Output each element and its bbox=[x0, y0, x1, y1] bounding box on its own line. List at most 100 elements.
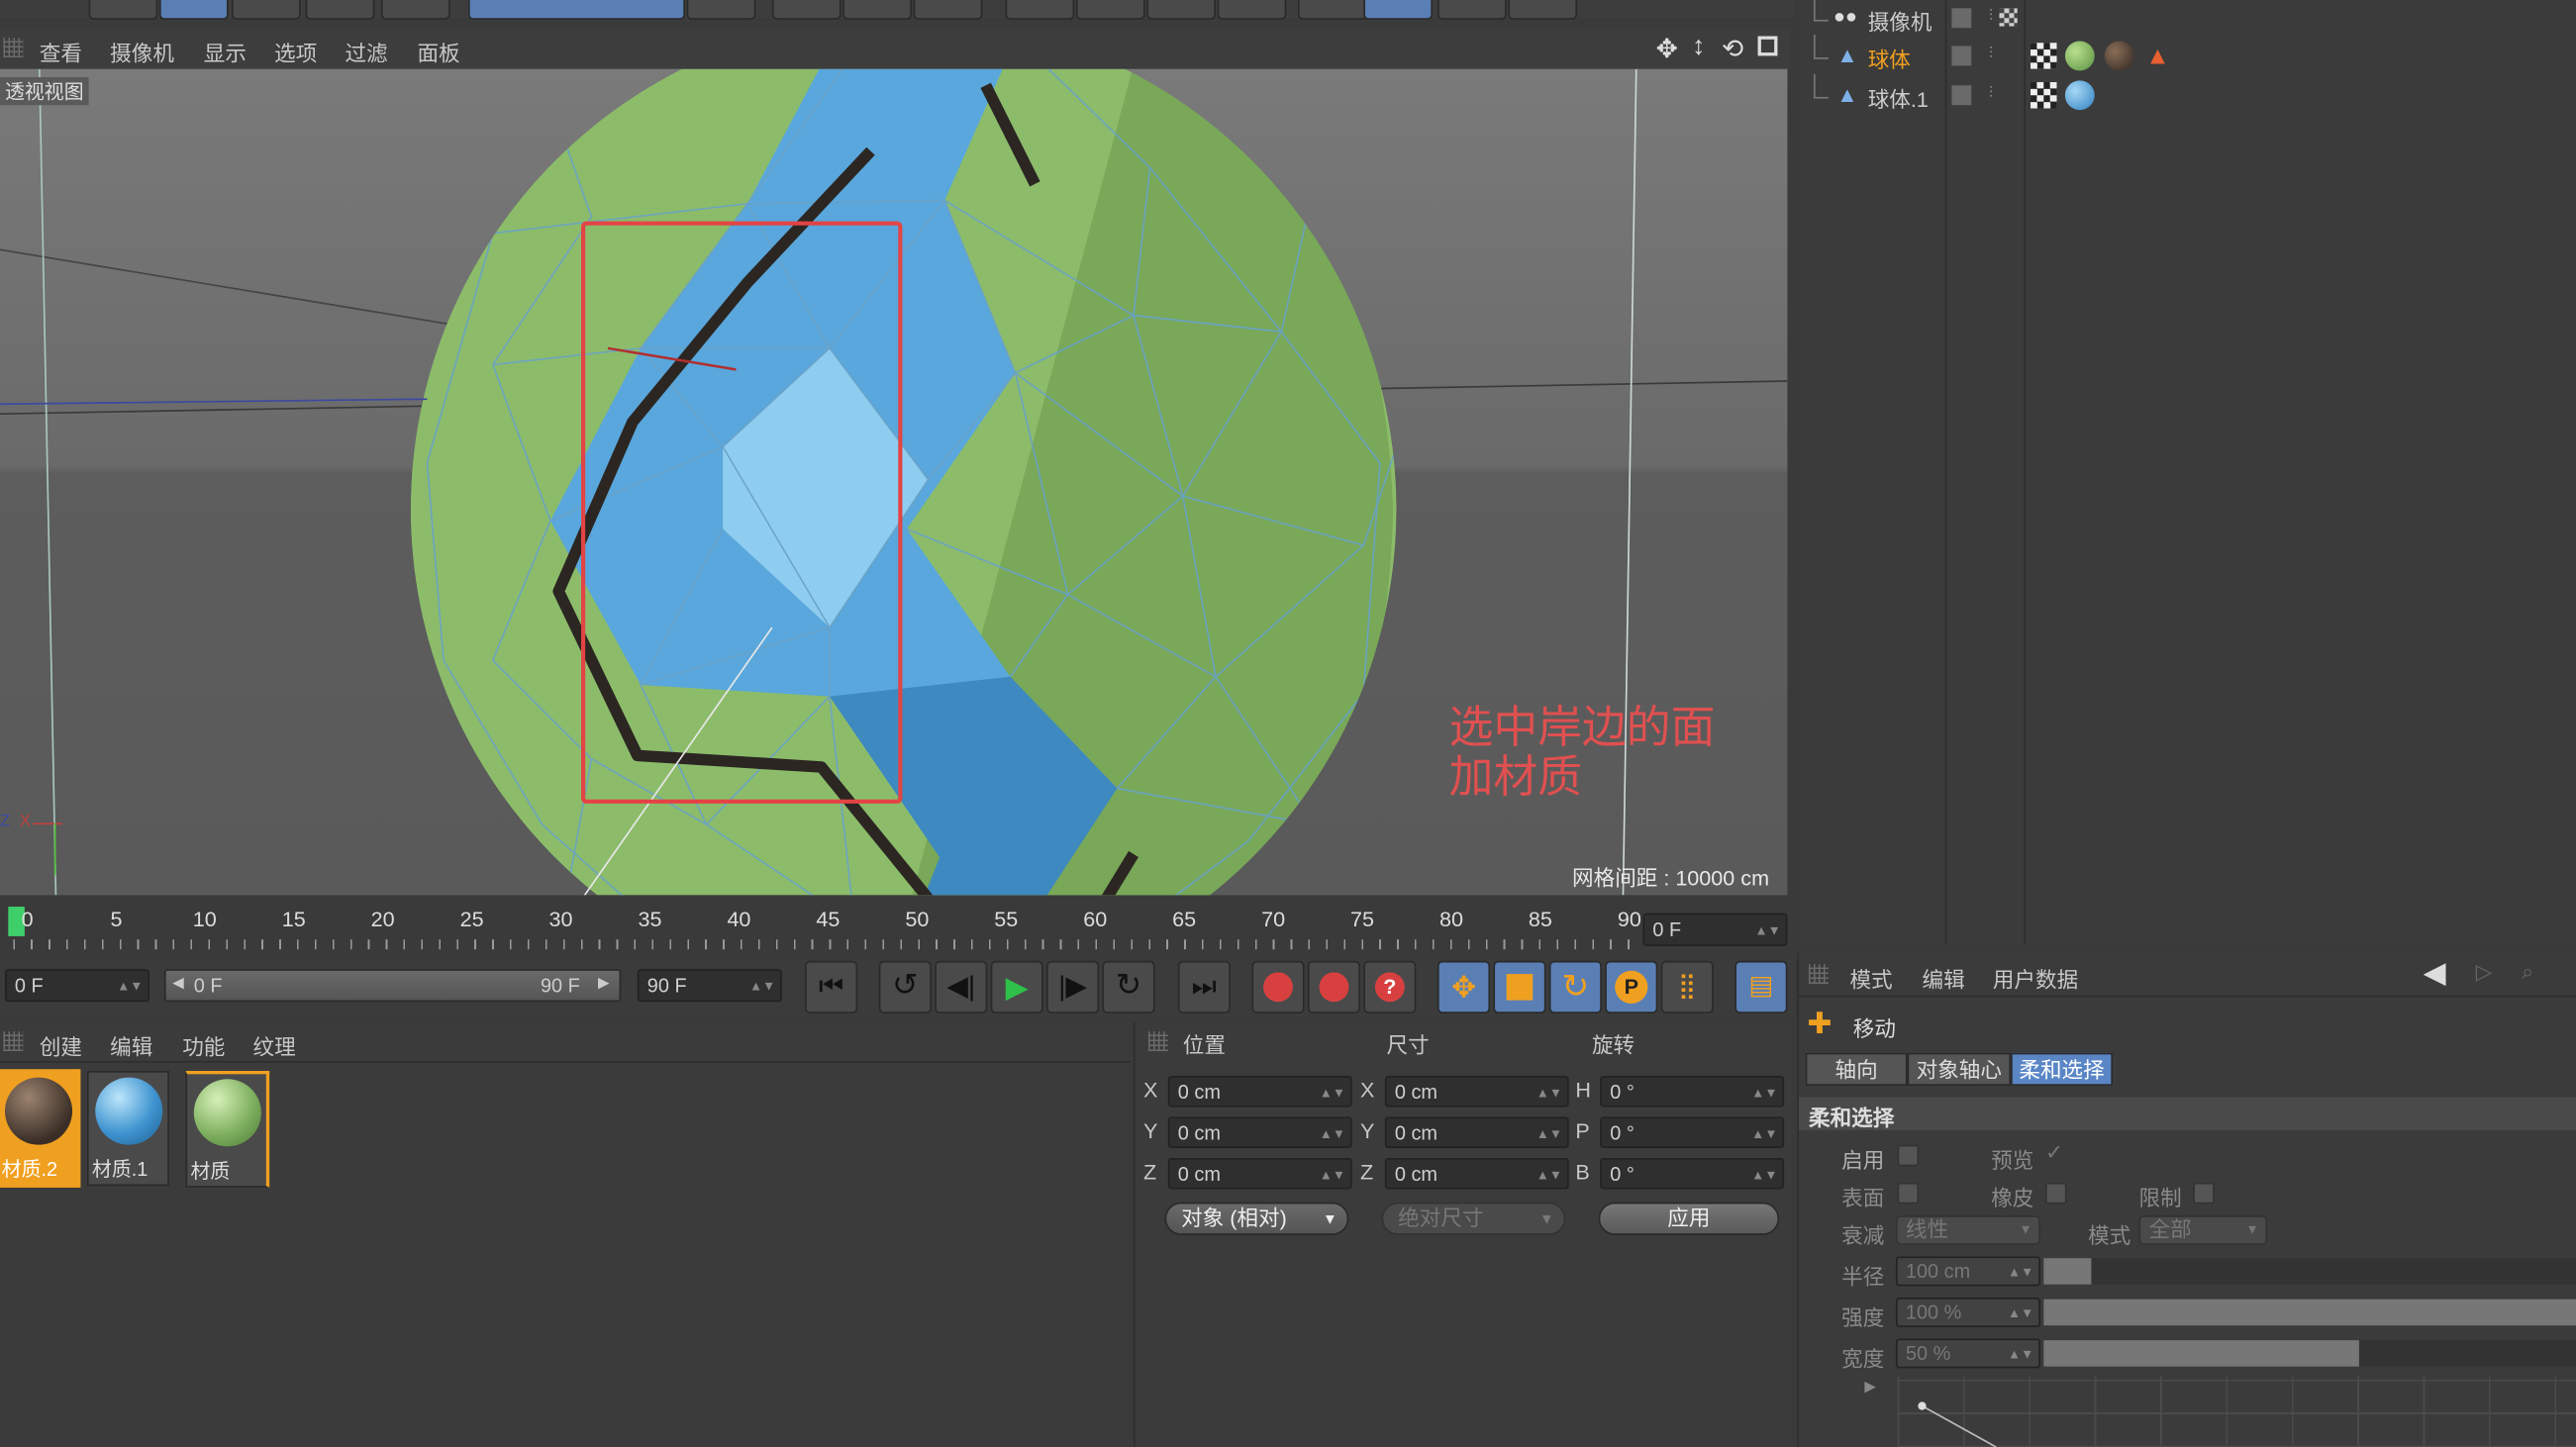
radius-field[interactable]: 100 cm ▲▼ bbox=[1895, 1256, 2040, 1287]
next-key-button[interactable]: ↻ bbox=[1102, 960, 1155, 1013]
expand-arrow-icon[interactable]: ▶ bbox=[1864, 1378, 1875, 1396]
material-menu-create[interactable]: 创建 bbox=[40, 1030, 82, 1062]
zoom-view-icon[interactable]: ↕ bbox=[1692, 33, 1705, 62]
back-arrow-icon[interactable]: ◀ bbox=[2424, 956, 2446, 991]
coordinate-mode-select[interactable]: 对象 (相对) ▼ bbox=[1164, 1202, 1349, 1235]
phong-tag-icon[interactable] bbox=[2031, 43, 2057, 69]
object-row-sphere[interactable]: ▲ 球体 ⋮ ▲ bbox=[1813, 34, 2569, 73]
timeline-ruler[interactable]: 0 5 10 15 20 25 30 35 40 45 50 55 60 65 70 75 80 85 90 0 F… bbox=[0, 900, 1795, 953]
material-tag-green-icon[interactable] bbox=[2064, 41, 2095, 71]
render-button[interactable] bbox=[842, 0, 912, 20]
toolbar-button[interactable] bbox=[1508, 0, 1578, 20]
goto-end-button[interactable]: ⏭ bbox=[1177, 960, 1231, 1013]
toolbar-button[interactable] bbox=[1146, 0, 1216, 20]
size-y-field[interactable]: 0 cm ▲▼ bbox=[1384, 1116, 1569, 1148]
size-x-field[interactable]: 0 cm ▲▼ bbox=[1384, 1075, 1569, 1108]
surface-checkbox[interactable] bbox=[1897, 1182, 1920, 1205]
attribute-menu-edit[interactable]: 编辑 bbox=[1922, 962, 1964, 994]
move-view-icon[interactable]: ✥ bbox=[1656, 33, 1678, 65]
falloff-curve-graph[interactable] bbox=[1897, 1376, 2576, 1447]
range-right-arrow-icon[interactable]: ▶ bbox=[598, 974, 609, 992]
toolbar-button[interactable] bbox=[305, 0, 375, 20]
rot-h-field[interactable]: 0 ° ▲▼ bbox=[1600, 1075, 1785, 1108]
render-button[interactable] bbox=[913, 0, 983, 20]
perspective-viewport[interactable]: 透视视图 选中岸边的面 加材质 网格间距 : 10000 cm Z X bbox=[0, 68, 1788, 896]
toolbar-button[interactable] bbox=[686, 0, 756, 20]
pos-y-field[interactable]: 0 cm ▲▼ bbox=[1167, 1116, 1352, 1148]
phong-tag-icon[interactable] bbox=[2031, 81, 2057, 109]
toolbar-button[interactable] bbox=[158, 0, 229, 20]
toolbar-button[interactable] bbox=[1005, 0, 1075, 20]
material-menu-function[interactable]: 功能 bbox=[182, 1030, 225, 1062]
key-parameter-button[interactable]: P bbox=[1605, 960, 1658, 1013]
viewport-menu-view[interactable]: 查看 bbox=[40, 37, 82, 68]
size-z-field[interactable]: 0 cm ▲▼ bbox=[1384, 1157, 1569, 1190]
goto-start-button[interactable]: ⏮ bbox=[805, 960, 858, 1013]
search-icon[interactable]: ⌕ bbox=[2522, 959, 2533, 986]
timeline-window-button[interactable]: ▤ bbox=[1734, 960, 1788, 1013]
strength-field[interactable]: 100 % ▲▼ bbox=[1895, 1298, 2040, 1327]
size-mode-select[interactable]: 绝对尺寸 ▼ bbox=[1381, 1202, 1566, 1235]
key-scale-button[interactable] bbox=[1493, 960, 1546, 1013]
prev-key-button[interactable]: ↺ bbox=[878, 960, 932, 1013]
viewport-menu-options[interactable]: 选项 bbox=[274, 37, 317, 68]
play-button[interactable]: ▶ bbox=[990, 960, 1043, 1013]
start-frame-field[interactable]: 0 F ▲▼ bbox=[4, 969, 150, 1003]
record-button[interactable] bbox=[1251, 960, 1305, 1013]
object-row-camera[interactable]: ●● 摄像机 ⋮ bbox=[1813, 0, 2569, 36]
pos-x-field[interactable]: 0 cm ▲▼ bbox=[1167, 1075, 1352, 1108]
tab-object-axis[interactable]: 对象轴心 bbox=[1907, 1052, 2012, 1086]
pos-z-field[interactable]: 0 cm ▲▼ bbox=[1167, 1157, 1352, 1190]
auto-key-button[interactable] bbox=[1307, 960, 1360, 1013]
key-rotation-button[interactable]: ↻ bbox=[1548, 960, 1602, 1013]
keyframe-selection-button[interactable]: ? bbox=[1363, 960, 1417, 1013]
render-button[interactable] bbox=[771, 0, 842, 20]
prev-frame-button[interactable]: ◀| bbox=[935, 960, 988, 1013]
rotate-view-icon[interactable]: ⟲ bbox=[1722, 33, 1743, 65]
preview-checkbox[interactable]: ✓ bbox=[2045, 1140, 2063, 1167]
key-position-button[interactable]: ✥ bbox=[1437, 960, 1491, 1013]
width-slider[interactable] bbox=[2043, 1340, 2576, 1367]
rot-p-field[interactable]: 0 ° ▲▼ bbox=[1600, 1116, 1785, 1148]
mode-select[interactable]: 全部 ▼ bbox=[2138, 1215, 2267, 1245]
falloff-select[interactable]: 线性 ▼ bbox=[1895, 1215, 2040, 1245]
frame-range-slider[interactable]: ◀ 0 F 90 F ▶ bbox=[163, 969, 622, 1003]
range-left-arrow-icon[interactable]: ◀ bbox=[172, 974, 183, 992]
rot-b-field[interactable]: 0 ° ▲▼ bbox=[1600, 1157, 1785, 1190]
material-menu-edit[interactable]: 编辑 bbox=[110, 1030, 152, 1062]
toolbar-button[interactable] bbox=[467, 0, 685, 20]
tab-axis[interactable]: 轴向 bbox=[1805, 1052, 1908, 1086]
attribute-menu-userdata[interactable]: 用户数据 bbox=[1993, 962, 2078, 994]
visibility-dots-icon[interactable]: ⋮ bbox=[1985, 84, 1998, 99]
width-field[interactable]: 50 % ▲▼ bbox=[1895, 1338, 2040, 1369]
material-swatch-1[interactable]: 材质.1 bbox=[86, 1070, 169, 1187]
attribute-menu-mode[interactable]: 模式 bbox=[1849, 962, 1892, 994]
toolbar-button[interactable] bbox=[1363, 0, 1433, 20]
toolbar-button[interactable] bbox=[1297, 0, 1367, 20]
forward-arrow-icon[interactable]: ▷ bbox=[2476, 959, 2493, 986]
material-swatch-2[interactable]: 材质.2 bbox=[0, 1069, 81, 1188]
object-row-sphere-1[interactable]: ▲ 球体.1 ⋮ bbox=[1813, 73, 2569, 113]
layer-icon[interactable] bbox=[1951, 46, 1972, 66]
viewport-menu-camera[interactable]: 摄像机 bbox=[110, 37, 174, 68]
viewport-menu-panel[interactable]: 面板 bbox=[417, 37, 459, 68]
toolbar-button[interactable] bbox=[1437, 0, 1507, 20]
limit-checkbox[interactable] bbox=[2193, 1182, 2215, 1205]
strength-slider[interactable] bbox=[2043, 1299, 2576, 1326]
layer-icon[interactable] bbox=[1951, 8, 1972, 29]
maximize-view-icon[interactable] bbox=[1757, 36, 1778, 56]
apply-button[interactable]: 应用 bbox=[1598, 1202, 1780, 1235]
material-tag-brown-icon[interactable] bbox=[2104, 41, 2134, 71]
tab-soft-selection[interactable]: 柔和选择 bbox=[2011, 1052, 2113, 1086]
radius-slider[interactable] bbox=[2043, 1258, 2576, 1285]
viewport-menu-display[interactable]: 显示 bbox=[204, 37, 247, 68]
toolbar-button[interactable] bbox=[1075, 0, 1145, 20]
rubber-checkbox[interactable] bbox=[2044, 1182, 2067, 1205]
layer-icon[interactable] bbox=[1951, 85, 1972, 106]
material-menu-texture[interactable]: 纹理 bbox=[253, 1030, 296, 1062]
viewport-menu-filter[interactable]: 过滤 bbox=[345, 37, 387, 68]
visibility-dots-icon[interactable]: ⋮ bbox=[1985, 45, 1998, 59]
selection-tag-icon[interactable]: ▲ bbox=[2145, 43, 2170, 70]
material-tag-blue-icon[interactable] bbox=[2064, 80, 2095, 111]
toolbar-button[interactable] bbox=[380, 0, 450, 20]
